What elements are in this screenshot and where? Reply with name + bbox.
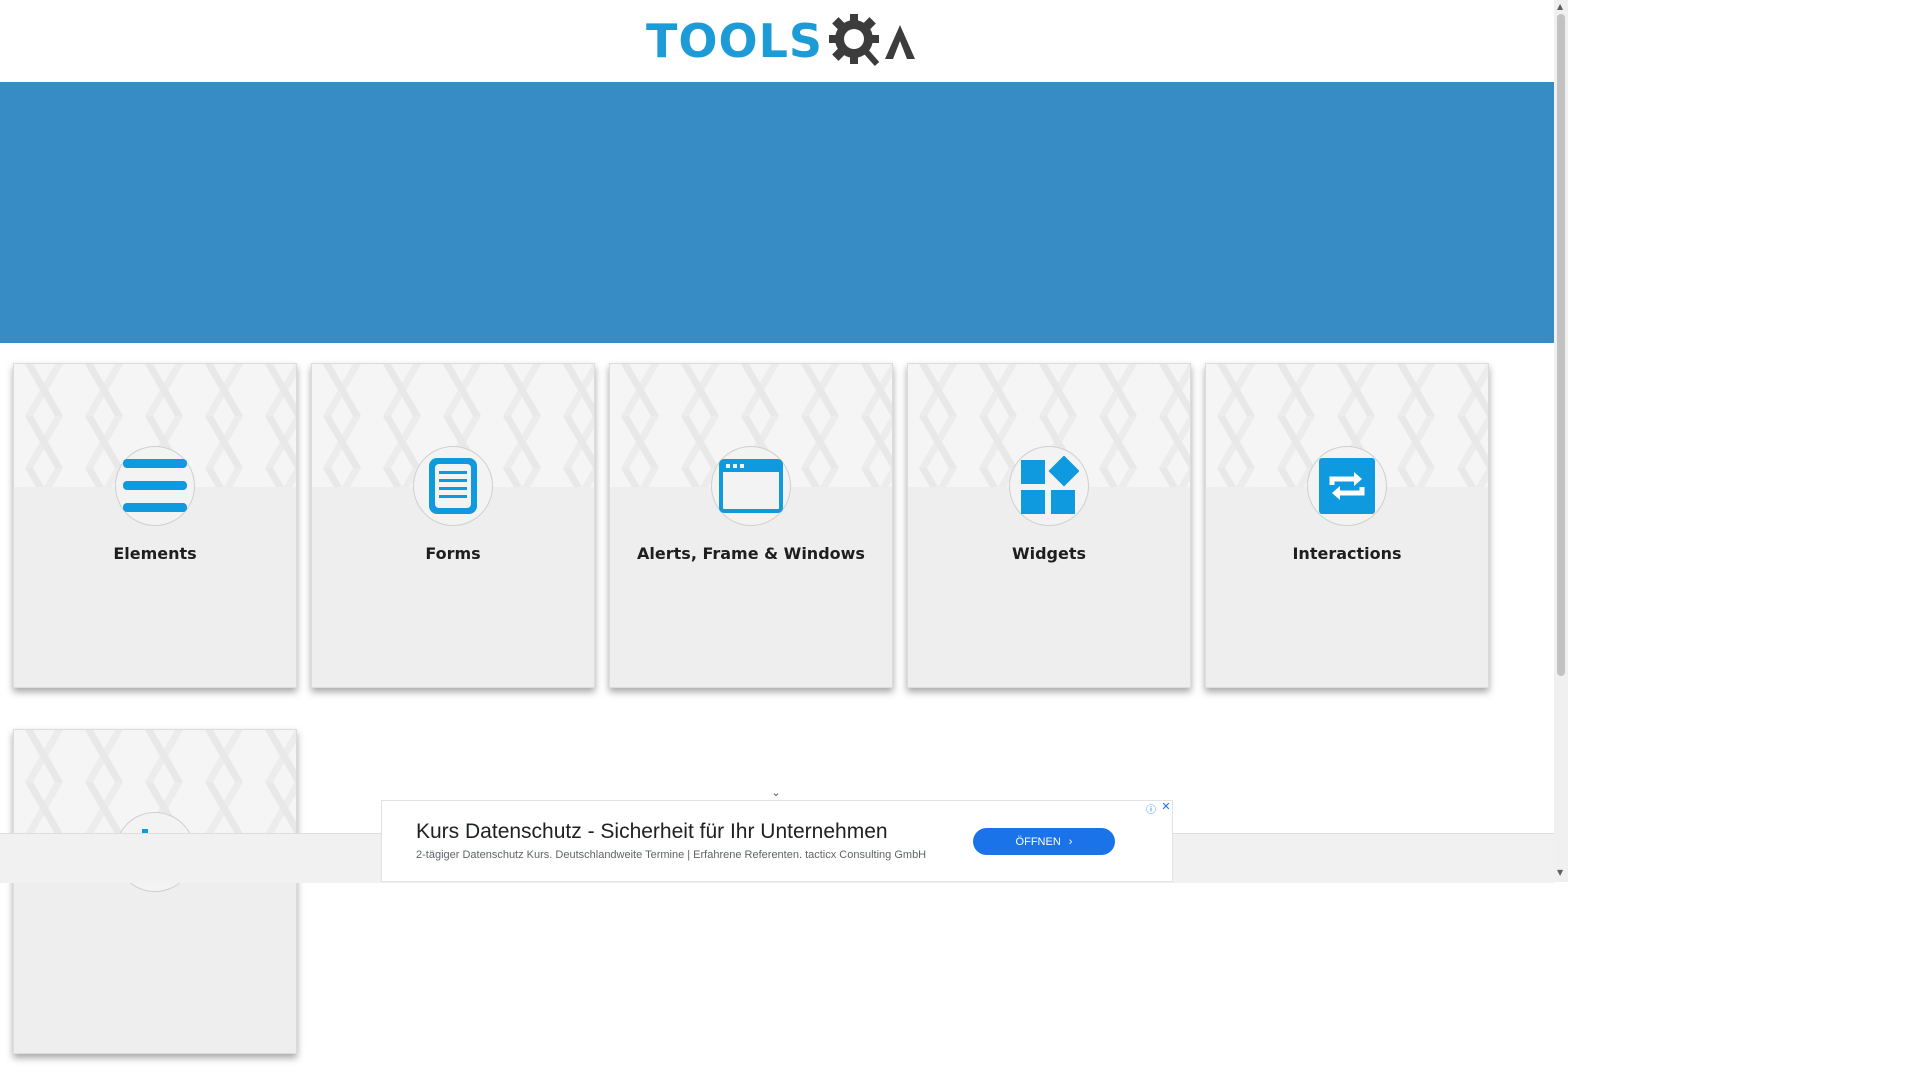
widgets-icon: [1021, 456, 1079, 514]
hero-banner: [0, 82, 1554, 343]
icon-circle: [115, 446, 195, 526]
document-icon: [429, 458, 477, 514]
icon-circle: [1009, 446, 1089, 526]
ad-title[interactable]: Kurs Datenschutz - Sicherheit für Ihr Un…: [416, 820, 888, 844]
scroll-up-arrow-icon[interactable]: ▲: [1557, 2, 1563, 11]
chevron-down-icon[interactable]: ⌄: [769, 786, 783, 799]
advertisement[interactable]: Kurs Datenschutz - Sicherheit für Ihr Un…: [381, 800, 1173, 882]
card-book-store[interactable]: [13, 729, 297, 1054]
gear-icon: [829, 14, 880, 66]
ad-description: 2-tägiger Datenschutz Kurs. Deutschlandw…: [416, 849, 927, 861]
icon-circle: [413, 446, 493, 526]
card-title: Alerts, Frame & Windows: [637, 544, 865, 563]
icon-circle: [1307, 446, 1387, 526]
card-interactions[interactable]: Interactions: [1205, 363, 1489, 688]
scroll-thumb[interactable]: [1557, 14, 1565, 676]
browser-window-icon: [719, 459, 783, 513]
ad-button-label: ÖFFNEN: [1015, 835, 1061, 848]
card-elements[interactable]: Elements: [13, 363, 297, 688]
card-title: Widgets: [1011, 544, 1087, 563]
icon-circle: [711, 446, 791, 526]
close-icon[interactable]: ✕: [1160, 801, 1172, 813]
letter-a-icon: [885, 25, 916, 59]
card-widgets[interactable]: Widgets: [907, 363, 1191, 688]
card-alerts-frame-windows[interactable]: Alerts, Frame & Windows: [609, 363, 893, 688]
info-icon[interactable]: ⓘ: [1146, 801, 1158, 816]
chevron-right-icon: ›: [1068, 835, 1073, 848]
card-title: Elements: [113, 544, 197, 563]
logo-qa-text: [827, 12, 919, 70]
vertical-scrollbar[interactable]: ▲ ▼: [1554, 0, 1568, 882]
menu-icon: [123, 459, 187, 512]
sync-arrows-icon: [1319, 458, 1375, 514]
toolsqa-logo[interactable]: TOOLS: [646, 12, 919, 70]
ad-open-button[interactable]: ÖFFNEN ›: [973, 828, 1115, 855]
scroll-down-arrow-icon[interactable]: ▼: [1557, 868, 1563, 877]
card-title: Interactions: [1292, 544, 1402, 563]
card-title: Forms: [425, 544, 481, 563]
card-forms[interactable]: Forms: [311, 363, 595, 688]
site-header: TOOLS: [0, 0, 1554, 82]
logo-tools-text: TOOLS: [646, 14, 824, 68]
